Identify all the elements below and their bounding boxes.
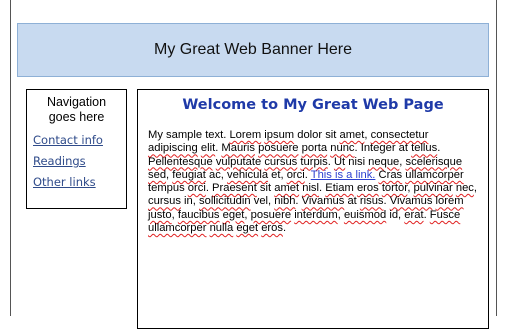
- spellcheck-flagged-word: Cras: [378, 168, 403, 181]
- spellcheck-flagged-word: adipiscing: [148, 142, 198, 155]
- body-text-run: nisi: [345, 155, 369, 168]
- spellcheck-flagged-word: lorem: [435, 195, 464, 208]
- spellcheck-flagged-word: turpis: [300, 155, 328, 168]
- navigation-heading: Navigation goes here: [33, 95, 120, 125]
- spellcheck-flagged-word: Pellentesque: [148, 155, 213, 168]
- spellcheck-flagged-word: orci: [187, 182, 206, 195]
- inline-link[interactable]: This is a link.: [311, 169, 376, 181]
- spellcheck-flagged-word: faucibus: [177, 208, 220, 221]
- body-text-run: ac,: [205, 168, 227, 181]
- spellcheck-flagged-word: Praesent: [212, 182, 257, 195]
- navigation-panel: Navigation goes here Contact info Readin…: [26, 89, 127, 209]
- spellcheck-flagged-word: Vivamus: [389, 195, 433, 208]
- spellcheck-flagged-word: consectetur: [370, 129, 429, 141]
- navigation-heading-line2: goes here: [48, 110, 105, 124]
- spellcheck-flagged-word: cursus: [148, 195, 181, 208]
- body-text-run: sit: [256, 182, 275, 195]
- page-banner: My Great Web Banner Here: [17, 23, 489, 77]
- body-text-run: at: [344, 195, 360, 208]
- spellcheck-flagged-word: posuere: [250, 208, 292, 221]
- spellcheck-flagged-word: eros: [261, 222, 283, 235]
- spellcheck-flagged-word: risus: [359, 195, 384, 208]
- spellcheck-flagged-word: euismod: [343, 208, 387, 221]
- spellcheck-flagged-word: porta: [301, 142, 328, 155]
- body-text-run: . Integer at: [354, 142, 412, 155]
- spellcheck-flagged-word: eget: [236, 222, 259, 235]
- spellcheck-flagged-word: posuere: [258, 142, 299, 155]
- body-paragraph: My sample text. Lorem ipsum dolor sit am…: [148, 129, 478, 235]
- spellcheck-flagged-word: interdum: [294, 208, 338, 221]
- body-text-run: dolor sit: [294, 129, 340, 141]
- body-text-run: ,: [473, 182, 477, 195]
- banner-text: My Great Web Banner Here: [153, 41, 352, 58]
- spellcheck-flagged-word: Vivamus: [301, 195, 345, 208]
- navigation-heading-line1: Navigation: [46, 95, 107, 109]
- spellcheck-flagged-word: nec: [455, 182, 474, 195]
- spellcheck-flagged-word: nunc: [330, 142, 355, 155]
- spellcheck-flagged-word: nulla: [209, 222, 234, 235]
- spellcheck-flagged-word: nibh: [274, 195, 296, 208]
- spellcheck-flagged-word: orci: [286, 168, 305, 181]
- spellcheck-flagged-word: tortor: [381, 182, 408, 195]
- spellcheck-flagged-word: vehicula: [227, 168, 269, 181]
- nav-link-contact-info[interactable]: Contact info: [33, 130, 120, 151]
- spellcheck-flagged-word: amet: [339, 129, 365, 141]
- spellcheck-flagged-word: ullamcorper: [405, 168, 464, 181]
- body-text-run: My sample text.: [148, 129, 230, 141]
- spellcheck-flagged-word: ipsum: [264, 129, 295, 141]
- spellcheck-flagged-word: Etiam: [325, 182, 354, 195]
- spellcheck-flagged-word: tellus: [411, 142, 438, 155]
- spellcheck-flagged-word: Fusce: [429, 208, 461, 221]
- spellcheck-flagged-word: feugiat: [172, 168, 206, 181]
- spellcheck-flagged-word: amet: [274, 182, 300, 195]
- spellcheck-flagged-word: nisl: [302, 182, 320, 195]
- nav-link-readings[interactable]: Readings: [33, 151, 120, 172]
- nav-link-other-links[interactable]: Other links: [33, 172, 120, 193]
- spellcheck-flagged-word: Lorem: [229, 129, 262, 141]
- spellcheck-flagged-word: elit: [200, 142, 216, 155]
- body-text-run: .: [437, 142, 441, 155]
- spellcheck-flagged-word: scelerisque: [405, 155, 463, 168]
- spellcheck-flagged-word: cursus: [264, 155, 298, 168]
- body-text-run: vel,: [250, 195, 275, 208]
- spellcheck-flagged-word: Mauris: [221, 142, 255, 155]
- spellcheck-flagged-word: eros: [356, 182, 379, 195]
- spellcheck-flagged-word: justo: [148, 208, 172, 221]
- spellcheck-flagged-word: sollicitudin: [199, 195, 251, 208]
- spellcheck-flagged-word: pulvinar: [413, 182, 453, 195]
- spellcheck-flagged-word: Ut: [333, 155, 346, 168]
- body-text-run: et,: [268, 168, 287, 181]
- body-text-run: in,: [180, 195, 199, 208]
- spellcheck-flagged-word: neque: [368, 155, 400, 168]
- body-text-run: tempus: [148, 182, 188, 195]
- page-title: Welcome to My Great Web Page: [182, 97, 444, 113]
- body-text-run: id,: [386, 208, 405, 221]
- body-text-run: .: [282, 222, 287, 235]
- spellcheck-flagged-word: ullamcorper: [148, 222, 207, 235]
- main-content: Welcome to My Great Web Page My sample t…: [137, 89, 489, 329]
- spellcheck-flagged-word: sed: [148, 168, 167, 181]
- spellcheck-flagged-word: eget: [222, 208, 245, 221]
- spellcheck-flagged-word: vulputate: [215, 155, 262, 168]
- spellcheck-flagged-word: erat: [404, 208, 424, 221]
